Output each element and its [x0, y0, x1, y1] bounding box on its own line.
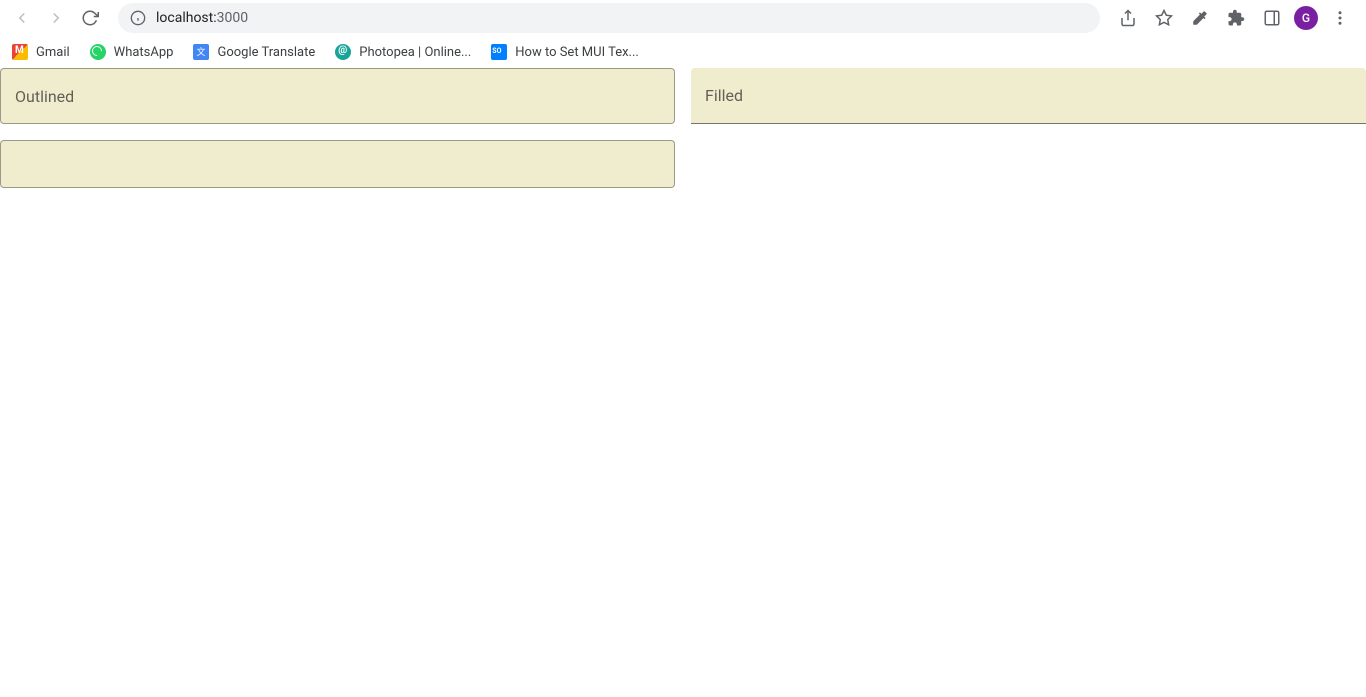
- share-icon[interactable]: [1114, 4, 1142, 32]
- url-text: localhost:3000: [156, 10, 248, 26]
- outlined-textfield[interactable]: Outlined: [0, 68, 675, 124]
- bookmark-whatsapp[interactable]: WhatsApp: [90, 44, 174, 60]
- menu-icon[interactable]: [1326, 4, 1354, 32]
- bookmark-photopea[interactable]: Photopea | Online...: [335, 44, 471, 60]
- outlined-label: Outlined: [15, 87, 74, 106]
- bookmark-gmail[interactable]: Gmail: [12, 44, 70, 60]
- whatsapp-icon: [90, 44, 106, 60]
- mui-doc-icon: [491, 44, 507, 60]
- browser-toolbar: localhost:3000 G: [0, 0, 1366, 36]
- outlined-textfield-empty[interactable]: [0, 140, 675, 188]
- url-port: 3000: [217, 10, 248, 26]
- avatar-letter: G: [1302, 11, 1310, 25]
- bookmark-label: Photopea | Online...: [359, 45, 471, 60]
- reload-button[interactable]: [76, 4, 104, 32]
- back-button[interactable]: [8, 4, 36, 32]
- page-content: Outlined Filled: [0, 68, 1366, 188]
- right-column: Filled: [691, 68, 1366, 188]
- bookmark-label: WhatsApp: [114, 45, 174, 60]
- bookmark-mui[interactable]: How to Set MUI Tex...: [491, 44, 639, 60]
- url-host: localhost:: [156, 10, 217, 26]
- bookmark-label: How to Set MUI Tex...: [515, 45, 639, 60]
- filled-label: Filled: [705, 86, 743, 105]
- bookmarks-bar: Gmail WhatsApp Google Translate Photopea…: [0, 36, 1366, 68]
- star-icon[interactable]: [1150, 4, 1178, 32]
- address-bar[interactable]: localhost:3000: [118, 3, 1100, 33]
- bookmark-label: Gmail: [36, 45, 70, 60]
- side-panel-icon[interactable]: [1258, 4, 1286, 32]
- toolbar-right: G: [1114, 4, 1358, 32]
- extensions-icon[interactable]: [1222, 4, 1250, 32]
- forward-button[interactable]: [42, 4, 70, 32]
- gmail-icon: [12, 44, 28, 60]
- bookmark-label: Google Translate: [217, 45, 315, 60]
- filled-textfield[interactable]: Filled: [691, 68, 1366, 124]
- left-column: Outlined: [0, 68, 675, 188]
- color-picker-icon[interactable]: [1186, 4, 1214, 32]
- photopea-icon: [335, 44, 351, 60]
- site-info-icon[interactable]: [130, 10, 146, 26]
- translate-icon: [193, 44, 209, 60]
- bookmark-google-translate[interactable]: Google Translate: [193, 44, 315, 60]
- profile-avatar[interactable]: G: [1294, 6, 1318, 30]
